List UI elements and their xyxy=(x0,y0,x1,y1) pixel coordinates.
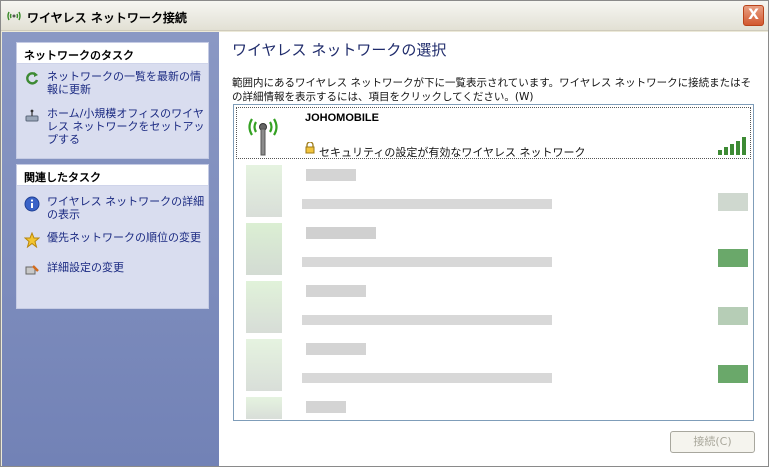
network-item-blurred[interactable] xyxy=(236,397,751,419)
wireless-network-window: ワイヤレス ネットワーク接続 X ネットワークのタスク ネットワークの一覧を最新… xyxy=(0,0,769,467)
settings-icon xyxy=(25,265,39,275)
network-security-status: セキュリティの設定が有効なワイヤレス ネットワーク xyxy=(319,146,586,159)
setup-wireless-network-label: ホーム/小規模オフィスのワイヤレス ネットワークをセットアップする xyxy=(47,107,205,146)
blurred-ssid xyxy=(306,343,366,355)
network-item-blurred[interactable] xyxy=(236,165,751,221)
network-icon-blurred xyxy=(246,223,282,275)
close-button[interactable]: X xyxy=(743,5,764,26)
view-network-details-label: ワイヤレス ネットワークの詳細の表示 xyxy=(47,195,205,221)
blurred-security xyxy=(302,257,552,267)
main-content: ワイヤレス ネットワークの選択 範囲内にあるワイヤレス ネットワークが下に一覧表… xyxy=(219,32,768,466)
blurred-signal xyxy=(718,365,748,383)
signal-strength-icon xyxy=(718,137,746,155)
blurred-ssid xyxy=(306,169,356,181)
change-preferred-order-label: 優先ネットワークの順位の変更 xyxy=(47,231,201,244)
wireless-icon xyxy=(7,11,21,21)
blurred-signal xyxy=(718,249,748,267)
blurred-ssid xyxy=(306,227,376,239)
network-item-blurred[interactable] xyxy=(236,339,751,395)
network-setup-icon xyxy=(25,109,39,122)
blurred-ssid xyxy=(306,401,346,413)
blurred-signal xyxy=(718,307,748,325)
window-title: ワイヤレス ネットワーク接続 xyxy=(27,11,187,25)
blurred-security xyxy=(302,315,552,325)
star-icon xyxy=(24,232,40,248)
network-tasks-heading: ネットワークのタスク xyxy=(17,43,208,64)
sidebar: ネットワークのタスク ネットワークの一覧を最新の情報に更新 ホーム/小規模オフィ… xyxy=(2,32,219,466)
network-icon-blurred xyxy=(246,281,282,333)
network-ssid: JOHOMOBILE xyxy=(305,112,379,124)
network-icon-blurred xyxy=(246,165,282,217)
info-icon xyxy=(24,196,40,212)
related-tasks-heading: 関連したタスク xyxy=(17,165,208,186)
wireless-antenna-icon xyxy=(248,118,278,156)
setup-wireless-network-link[interactable]: ホーム/小規模オフィスのワイヤレス ネットワークをセットアップする xyxy=(17,107,208,146)
page-title: ワイヤレス ネットワークの選択 xyxy=(232,41,447,59)
refresh-network-list-link[interactable]: ネットワークの一覧を最新の情報に更新 xyxy=(17,70,208,96)
lock-icon xyxy=(305,142,315,154)
change-advanced-settings-link[interactable]: 詳細設定の変更 xyxy=(17,261,208,275)
network-tasks-panel: ネットワークのタスク ネットワークの一覧を最新の情報に更新 ホーム/小規模オフィ… xyxy=(16,42,209,159)
refresh-icon xyxy=(26,72,39,85)
connect-button[interactable]: 接続(C) xyxy=(670,431,755,453)
view-network-details-link[interactable]: ワイヤレス ネットワークの詳細の表示 xyxy=(17,195,208,221)
blurred-security xyxy=(302,199,552,209)
related-tasks-panel: 関連したタスク ワイヤレス ネットワークの詳細の表示 優先ネットワークの順位の変… xyxy=(16,164,209,309)
network-icon-blurred xyxy=(246,339,282,391)
change-preferred-order-link[interactable]: 優先ネットワークの順位の変更 xyxy=(17,231,208,248)
network-item-blurred[interactable] xyxy=(236,223,751,279)
network-icon-blurred xyxy=(246,397,282,419)
blurred-security xyxy=(302,373,552,383)
network-item-blurred[interactable] xyxy=(236,281,751,337)
page-description: 範囲内にあるワイヤレス ネットワークが下に一覧表示されています。ワイヤレス ネッ… xyxy=(232,77,752,103)
refresh-network-list-label: ネットワークの一覧を最新の情報に更新 xyxy=(47,70,201,96)
change-advanced-settings-label: 詳細設定の変更 xyxy=(47,261,124,274)
blurred-signal xyxy=(718,193,748,211)
network-item-johomobile[interactable]: JOHOMOBILE セキュリティの設定が有効なワイヤレス ネットワーク xyxy=(236,107,751,159)
title-bar[interactable]: ワイヤレス ネットワーク接続 X xyxy=(1,1,768,31)
network-list[interactable]: JOHOMOBILE セキュリティの設定が有効なワイヤレス ネットワーク xyxy=(233,104,754,421)
blurred-ssid xyxy=(306,285,366,297)
